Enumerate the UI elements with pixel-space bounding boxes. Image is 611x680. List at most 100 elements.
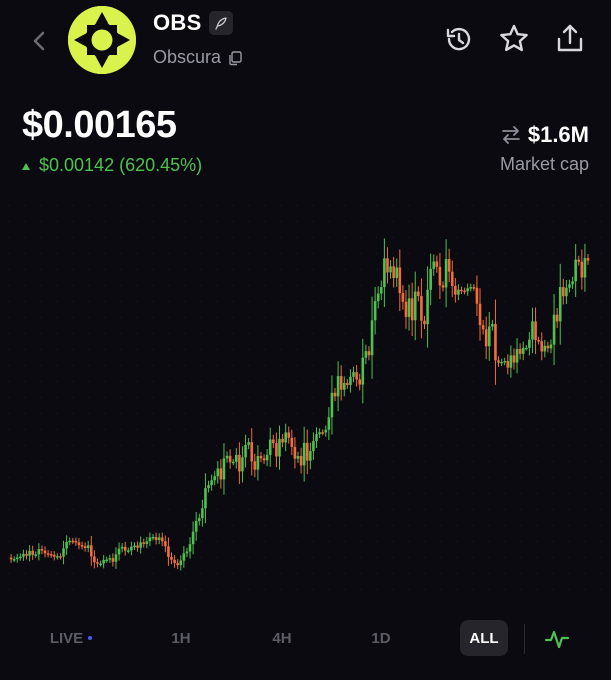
favorite-button[interactable] [497, 22, 531, 56]
back-button[interactable] [28, 28, 50, 54]
grid-dot [56, 349, 57, 350]
grid-dot [376, 397, 377, 398]
grid-dot [264, 477, 265, 478]
grid-dot [408, 381, 409, 382]
grid-dot [24, 573, 25, 574]
grid-dot [328, 509, 329, 510]
timeframe-live[interactable]: LIVE [40, 620, 102, 656]
share-button[interactable] [553, 22, 587, 56]
grid-dot [216, 253, 217, 254]
grid-dot [200, 317, 201, 318]
candle-body [302, 442, 306, 466]
candle-body [68, 540, 72, 543]
candle-body [93, 556, 96, 563]
grid-dot [232, 365, 233, 366]
grid-dot [584, 541, 585, 542]
grid-dot [520, 237, 521, 238]
candle-body [305, 442, 309, 461]
grid-dot [280, 365, 281, 366]
grid-dot [552, 445, 553, 446]
grid-dot [488, 461, 489, 462]
grid-dot [312, 205, 313, 206]
grid-dot [136, 349, 137, 350]
grid-dot [232, 317, 233, 318]
grid-dot [24, 333, 25, 334]
grid-dot [104, 221, 105, 222]
grid-dot [392, 509, 393, 510]
candle-body [250, 442, 254, 462]
price-chart[interactable] [0, 195, 611, 620]
grid-dot [472, 333, 473, 334]
grid-dot [568, 349, 569, 350]
timeframe-1d[interactable]: 1D [360, 620, 402, 656]
grid-dot [296, 429, 297, 430]
grid-dot [568, 429, 569, 430]
grid-dot [248, 573, 249, 574]
grid-dot [584, 445, 585, 446]
timeframe-all[interactable]: ALL [460, 620, 508, 656]
history-button[interactable] [441, 22, 475, 56]
grid-dot [104, 589, 105, 590]
grid-dot [472, 285, 473, 286]
grid-dot [600, 317, 601, 318]
grid-dot [376, 349, 377, 350]
grid-dot [536, 237, 537, 238]
grid-dot [344, 589, 345, 590]
candle-body [487, 326, 491, 347]
copy-button[interactable] [227, 50, 243, 66]
price-change-row: $0.00142 (620.45%) [22, 155, 202, 176]
grid-dot [216, 205, 217, 206]
grid-dot [584, 349, 585, 350]
grid-dot [584, 461, 585, 462]
chart-type-button[interactable] [540, 622, 574, 656]
grid-dot [536, 381, 537, 382]
grid-dot [472, 381, 473, 382]
swap-arrows-icon [501, 126, 520, 144]
grid-dot [600, 365, 601, 366]
grid-dot [40, 477, 41, 478]
grid-dot [104, 397, 105, 398]
candle-body [370, 320, 374, 356]
grid-dot [536, 493, 537, 494]
edit-badge[interactable] [208, 11, 233, 35]
timeframe-4h-label: 4H [272, 629, 292, 647]
grid-dot [168, 349, 169, 350]
grid-dot [264, 333, 265, 334]
candle-body [213, 476, 217, 481]
timeframe-4h[interactable]: 4H [261, 620, 303, 656]
timeframe-1h[interactable]: 1H [160, 620, 202, 656]
grid-dot [264, 381, 265, 382]
grid-dot [392, 349, 393, 350]
grid-dot [424, 349, 425, 350]
market-cap-toggle[interactable]: $1.6M [500, 122, 589, 148]
grid-dot [536, 269, 537, 270]
candle-body [398, 267, 402, 294]
grid-dot [520, 573, 521, 574]
grid-dot [8, 445, 9, 446]
grid-dot [440, 317, 441, 318]
grid-dot [264, 237, 265, 238]
grid-dot [8, 381, 9, 382]
grid-dot [376, 477, 377, 478]
grid-dot [184, 525, 185, 526]
grid-dot [216, 413, 217, 414]
candle-body [256, 456, 260, 470]
grid-dot [456, 477, 457, 478]
candle-body [537, 340, 540, 342]
grid-dot [440, 413, 441, 414]
candle-body [9, 557, 13, 560]
grid-dot [344, 541, 345, 542]
candle-body [28, 550, 31, 556]
grid-dot [344, 237, 345, 238]
grid-dot [520, 285, 521, 286]
grid-dot [152, 541, 153, 542]
grid-dot [248, 365, 249, 366]
grid-dot [504, 589, 505, 590]
candle-body [111, 558, 115, 562]
grid-dot [136, 205, 137, 206]
grid-dot [136, 573, 137, 574]
grid-dot [424, 397, 425, 398]
grid-dot [520, 365, 521, 366]
grid-dot [200, 221, 201, 222]
grid-dot [168, 381, 169, 382]
